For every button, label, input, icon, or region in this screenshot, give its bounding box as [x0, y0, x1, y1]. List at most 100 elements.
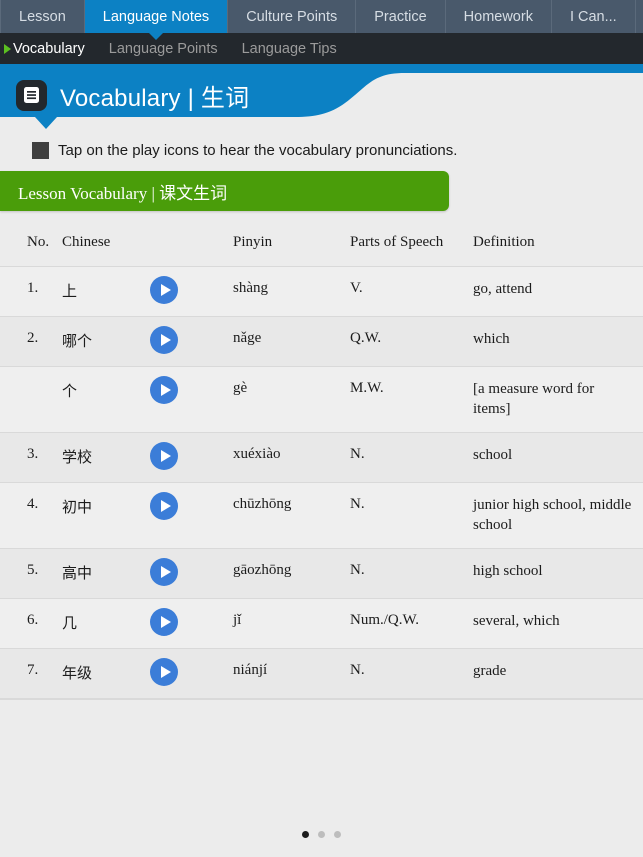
- pager-dot[interactable]: [334, 831, 341, 838]
- parts-of-speech: Num./Q.W.: [350, 611, 420, 628]
- subnav-item-language-tips[interactable]: Language Tips: [242, 41, 337, 57]
- tab-lesson[interactable]: Lesson: [0, 0, 85, 33]
- definition-text: several, which: [473, 612, 560, 629]
- play-icon[interactable]: [150, 491, 178, 520]
- pinyin-text: xuéxiào: [233, 445, 281, 462]
- row-number: 2.: [27, 330, 39, 346]
- table-row: 1. 上 shàng V. go, attend: [0, 267, 643, 317]
- parts-of-speech: N.: [350, 495, 365, 512]
- parts-of-speech: N.: [350, 561, 365, 578]
- vocabulary-table: No. Chinese Pinyin Parts of Speech Definitio…: [0, 221, 643, 699]
- play-icon[interactable]: [150, 276, 178, 304]
- section-banner: Vocabulary | 生词: [0, 67, 643, 133]
- definition-text: grade: [473, 662, 507, 679]
- chinese-word: 上: [62, 284, 78, 300]
- play-icon[interactable]: [150, 607, 178, 636]
- tab-i-can[interactable]: I Can...: [552, 0, 636, 33]
- table-row: 7. 年级 niánjí N. grade: [0, 648, 643, 699]
- table-row: 3. 学校 xuéxiào N. school: [0, 432, 643, 483]
- tab-homework[interactable]: Homework: [446, 0, 552, 33]
- parts-of-speech: V.: [350, 280, 363, 296]
- pinyin-text: shàng: [233, 280, 268, 296]
- subnav-item-vocabulary[interactable]: Vocabulary: [4, 41, 85, 57]
- play-icon[interactable]: [150, 441, 178, 470]
- page-title: Vocabulary | 生词: [60, 84, 250, 112]
- column-header-parts-of-speech: Parts of Speech: [350, 234, 444, 250]
- lesson-vocabulary-banner: Lesson Vocabulary | 课文生词: [0, 171, 449, 211]
- row-number: 6.: [27, 611, 39, 628]
- subnav-item-label: Language Tips: [241, 40, 337, 57]
- table-row: 4. 初中 chūzhōng N. junior high school, middle…: [0, 482, 643, 549]
- column-header-chinese: Chinese: [62, 234, 111, 250]
- pinyin-text: nǎge: [233, 330, 262, 346]
- pinyin-text: chūzhōng: [233, 495, 292, 512]
- table-bottom-rule: [0, 698, 643, 700]
- audio-cell: [150, 376, 233, 404]
- tab-language-notes[interactable]: Language Notes: [84, 0, 229, 33]
- parts-of-speech: M.W.: [350, 380, 384, 396]
- instruction-line: Tap on the play icons to hear the vocabu…: [0, 133, 643, 167]
- table-row: 6. 几 jǐ Num./Q.W. several, which: [0, 598, 643, 649]
- chinese-word: 初中: [62, 499, 93, 516]
- play-icon[interactable]: [150, 376, 178, 404]
- pinyin-text: jǐ: [233, 611, 242, 628]
- tab-practice[interactable]: Practice: [356, 0, 446, 33]
- chinese-word: 年级: [62, 665, 93, 682]
- subnav-item-label: Language Points: [108, 40, 218, 57]
- pager-dot[interactable]: [318, 831, 325, 838]
- pinyin-text: niánjí: [233, 661, 268, 678]
- row-number: 4.: [27, 495, 39, 512]
- instruction-text: Tap on the play icons to hear the vocabu…: [58, 142, 458, 159]
- audio-cell: [150, 491, 233, 520]
- chinese-word: 哪个: [62, 334, 93, 350]
- main-tabbar: Lesson Language Notes Culture Points Practi…: [0, 0, 643, 33]
- play-icon[interactable]: [150, 326, 178, 354]
- tab-culture-points[interactable]: Culture Points: [228, 0, 357, 33]
- pager-dot[interactable]: [302, 831, 309, 838]
- column-header-no: No.: [27, 234, 50, 250]
- play-triangle-icon: [160, 284, 171, 296]
- chinese-word: 几: [62, 615, 78, 632]
- chinese-word: 高中: [62, 565, 93, 582]
- definition-text: go, attend: [473, 281, 533, 297]
- definition-text: which: [473, 331, 510, 347]
- lesson-vocabulary-title: Lesson Vocabulary | 课文生词: [18, 183, 228, 203]
- square-bullet-icon: [32, 142, 49, 159]
- audio-cell: [150, 557, 233, 586]
- subnav-item-label: Vocabulary: [13, 40, 85, 57]
- column-header-definition: Definition: [473, 234, 535, 250]
- audio-cell: [150, 276, 233, 304]
- definition-text: high school: [473, 562, 543, 579]
- row-number: 3.: [27, 445, 39, 462]
- table-row: 个 gè M.W. [a measure word for items]: [0, 367, 643, 433]
- definition-text: school: [473, 446, 513, 463]
- row-number: 7.: [27, 661, 39, 678]
- table-row: 5. 高中 gāozhōng N. high school: [0, 548, 643, 599]
- audio-cell: [150, 607, 233, 636]
- table-header-row: No. Chinese Pinyin Parts of Speech Definitio…: [0, 221, 643, 267]
- column-header-pinyin: Pinyin: [233, 234, 273, 250]
- parts-of-speech: N.: [350, 661, 365, 678]
- play-triangle-icon: [160, 615, 171, 628]
- audio-cell: [150, 326, 233, 354]
- play-triangle-icon: [160, 334, 171, 346]
- play-icon[interactable]: [150, 657, 178, 686]
- definition-text: [a measure word for items]: [473, 381, 595, 417]
- pager-dots[interactable]: [0, 831, 643, 838]
- play-triangle-icon: [160, 384, 171, 396]
- subnav-item-language-points[interactable]: Language Points: [109, 41, 218, 57]
- pinyin-text: gè: [233, 380, 248, 396]
- app-root: Lesson Language Notes Culture Points Practi…: [0, 0, 643, 857]
- play-icon[interactable]: [150, 557, 178, 586]
- play-triangle-icon: [160, 665, 171, 678]
- marker-triangle-icon: [4, 43, 11, 54]
- row-number: 5.: [27, 561, 39, 578]
- audio-cell: [150, 441, 233, 470]
- parts-of-speech: N.: [350, 445, 365, 462]
- banner-content: Vocabulary | 生词: [0, 67, 249, 123]
- audio-cell: [150, 657, 233, 686]
- pinyin-text: gāozhōng: [233, 561, 292, 578]
- table-row: 2. 哪个 nǎge Q.W. which: [0, 317, 643, 367]
- play-triangle-icon: [160, 499, 171, 512]
- chinese-word: 个: [62, 384, 78, 400]
